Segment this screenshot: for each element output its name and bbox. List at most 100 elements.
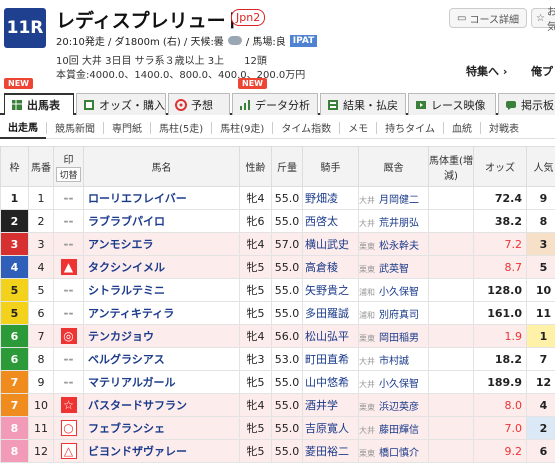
- trainer-cell[interactable]: 栗東 浜辺英彦: [358, 393, 429, 417]
- horse-name-link[interactable]: フェブランシェ: [83, 416, 240, 440]
- trainer-link[interactable]: 藤田輝信: [377, 425, 419, 436]
- tab-results[interactable]: 結果・払戻: [320, 93, 406, 115]
- odds-value[interactable]: 128.0: [473, 278, 527, 302]
- trainer-link[interactable]: 橋口慎介: [377, 448, 419, 459]
- subtab-pedigree[interactable]: 血統: [444, 120, 480, 135]
- recent-link[interactable]: 俺プ: [531, 63, 553, 79]
- no-mark[interactable]: --: [64, 306, 74, 320]
- mark-switch[interactable]: 切替: [56, 166, 81, 182]
- jockey-link[interactable]: 野畑凌: [302, 186, 359, 210]
- subtab-past5[interactable]: 馬柱(5走): [151, 120, 211, 135]
- odds-value[interactable]: 7.2: [473, 232, 527, 256]
- jockey-link[interactable]: 吉原寛人: [302, 416, 359, 440]
- horse-name-link[interactable]: バスタードサフラン: [83, 393, 240, 417]
- trainer-link[interactable]: 小久保智: [377, 287, 419, 298]
- horse-name-link[interactable]: シトラルテミニ: [83, 278, 240, 302]
- triangle-filled-mark[interactable]: ▲: [60, 259, 77, 275]
- jockey-link[interactable]: 松山弘平: [302, 324, 359, 348]
- trainer-link[interactable]: 浜辺英彦: [377, 402, 419, 413]
- horse-name-link[interactable]: マテリアルガール: [83, 370, 240, 394]
- horse-name-link[interactable]: ローリエフレイバー: [83, 186, 240, 210]
- no-mark[interactable]: --: [64, 352, 74, 366]
- no-mark[interactable]: --: [64, 375, 74, 389]
- mark-cell[interactable]: --: [53, 186, 84, 210]
- trainer-cell[interactable]: 浦和 別府真司: [358, 301, 429, 325]
- trainer-link[interactable]: 市村誠: [377, 356, 409, 367]
- jockey-link[interactable]: 山中悠希: [302, 370, 359, 394]
- tab-data-analysis[interactable]: データ分析: [232, 93, 318, 115]
- tab-race-card[interactable]: 出馬表: [4, 93, 74, 115]
- trainer-cell[interactable]: 大井 藤田輝信: [358, 416, 429, 440]
- no-mark[interactable]: --: [64, 191, 74, 205]
- trainer-link[interactable]: 松永幹夫: [377, 241, 419, 252]
- trainer-cell[interactable]: 大井 小久保智: [358, 370, 429, 394]
- trainer-link[interactable]: 荒井朋弘: [377, 218, 419, 229]
- mark-cell[interactable]: ▲: [53, 255, 84, 279]
- no-mark[interactable]: --: [64, 283, 74, 297]
- horse-name-link[interactable]: ベルグラシアス: [83, 347, 240, 371]
- subtab-best-time[interactable]: 持ちタイム: [377, 120, 443, 135]
- odds-value[interactable]: 8.7: [473, 255, 527, 279]
- trainer-cell[interactable]: 栗東 武英智: [358, 255, 429, 279]
- odds-value[interactable]: 18.2: [473, 347, 527, 371]
- odds-value[interactable]: 1.9: [473, 324, 527, 348]
- no-mark[interactable]: --: [64, 237, 74, 251]
- subtab-matchup[interactable]: 対戦表: [481, 120, 527, 135]
- jockey-link[interactable]: 町田直希: [302, 347, 359, 371]
- subtab-runners[interactable]: 出走馬: [0, 117, 46, 139]
- mark-cell[interactable]: ○: [53, 416, 84, 440]
- subtab-time-index[interactable]: タイム指数: [273, 120, 339, 135]
- odds-value[interactable]: 161.0: [473, 301, 527, 325]
- mark-cell[interactable]: --: [53, 347, 84, 371]
- trainer-link[interactable]: 岡田稲男: [377, 333, 419, 344]
- trainer-cell[interactable]: 浦和 小久保智: [358, 278, 429, 302]
- trainer-cell[interactable]: 栗東 岡田稲男: [358, 324, 429, 348]
- tab-race-video[interactable]: レース映像: [408, 93, 496, 115]
- horse-name-link[interactable]: アンモシエラ: [83, 232, 240, 256]
- jockey-link[interactable]: 西啓太: [302, 209, 359, 233]
- odds-value[interactable]: 72.4: [473, 186, 527, 210]
- star-mark[interactable]: ☆: [60, 397, 77, 413]
- jockey-link[interactable]: 高倉稜: [302, 255, 359, 279]
- horse-name-link[interactable]: アンティキティラ: [83, 301, 240, 325]
- trainer-link[interactable]: 別府真司: [377, 310, 419, 321]
- jockey-link[interactable]: 多田羅誠: [302, 301, 359, 325]
- horse-name-link[interactable]: ラブラブパイロ: [83, 209, 240, 233]
- subtab-memo[interactable]: メモ: [340, 120, 376, 135]
- mark-cell[interactable]: ◎: [53, 324, 84, 348]
- odds-value[interactable]: 8.0: [473, 393, 527, 417]
- jockey-link[interactable]: 菱田裕二: [302, 439, 359, 463]
- course-detail-button[interactable]: ▭ コース詳細: [449, 8, 527, 28]
- jockey-link[interactable]: 酒井学: [302, 393, 359, 417]
- jockey-link[interactable]: 横山武史: [302, 232, 359, 256]
- trainer-cell[interactable]: 大井 荒井朋弘: [358, 209, 429, 233]
- subtab-past9[interactable]: 馬柱(9走): [212, 120, 272, 135]
- trainer-link[interactable]: 月岡健二: [377, 195, 419, 206]
- ipat-badge[interactable]: IPAT: [289, 34, 318, 47]
- circle-mark[interactable]: ○: [60, 420, 77, 436]
- trainer-cell[interactable]: 大井 月岡健二: [358, 186, 429, 210]
- mark-cell[interactable]: --: [53, 209, 84, 233]
- subtab-pro-paper[interactable]: 専門紙: [104, 120, 150, 135]
- trainer-cell[interactable]: 栗東 橋口慎介: [358, 439, 429, 463]
- mark-cell[interactable]: --: [53, 370, 84, 394]
- tab-odds[interactable]: オッズ・購入: [76, 93, 166, 115]
- mark-cell[interactable]: --: [53, 278, 84, 302]
- double-circle-mark[interactable]: ◎: [60, 328, 77, 344]
- horse-name-link[interactable]: ビヨンドザヴァレー: [83, 439, 240, 463]
- mark-cell[interactable]: ☆: [53, 393, 84, 417]
- trainer-link[interactable]: 小久保智: [377, 379, 419, 390]
- col-mark[interactable]: 印切替: [53, 146, 84, 187]
- no-mark[interactable]: --: [64, 214, 74, 228]
- odds-value[interactable]: 38.2: [473, 209, 527, 233]
- horse-name-link[interactable]: テンカジョウ: [83, 324, 240, 348]
- trainer-link[interactable]: 武英智: [377, 264, 409, 275]
- odds-value[interactable]: 189.9: [473, 370, 527, 394]
- mark-cell[interactable]: --: [53, 232, 84, 256]
- trainer-cell[interactable]: 栗東 松永幹夫: [358, 232, 429, 256]
- mark-cell[interactable]: --: [53, 301, 84, 325]
- mark-cell[interactable]: △: [53, 439, 84, 463]
- tab-board[interactable]: 掲示板: [498, 93, 555, 115]
- tab-prediction[interactable]: 予想: [168, 93, 230, 115]
- odds-value[interactable]: 9.2: [473, 439, 527, 463]
